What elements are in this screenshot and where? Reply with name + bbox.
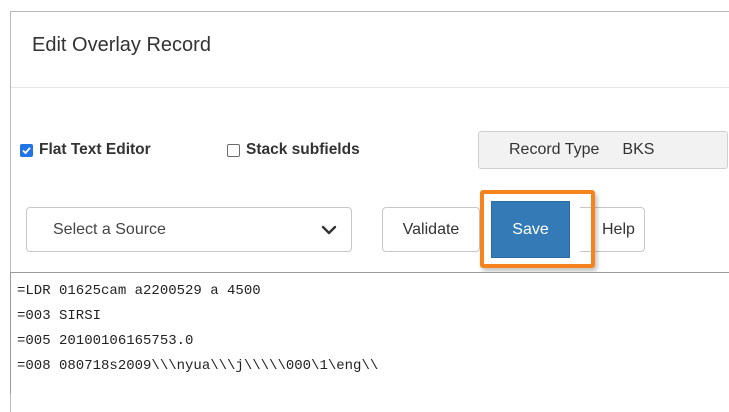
stack-subfields-checkbox[interactable]: Stack subfields [227,141,360,159]
flat-text-editor-checkbox[interactable]: Flat Text Editor [20,141,151,159]
stack-subfields-label: Stack subfields [246,141,360,158]
editor-line: =008 080718s2009\\\nyua\\\j\\\\\000\1\en… [17,358,379,374]
source-select[interactable]: Select a Source [26,207,352,252]
dialog-title: Edit Overlay Record [32,34,211,56]
flat-text-editor-label: Flat Text Editor [39,141,151,158]
marc-text-editor[interactable]: =LDR 01625cam a2200529 a 4500 =003 SIRSI… [10,272,729,393]
help-button[interactable]: Help [580,207,645,252]
record-type-label: Record Type [509,141,600,158]
dialog-header: Edit Overlay Record [11,12,729,88]
save-button[interactable]: Save [491,201,570,258]
editor-line: =LDR 01625cam a2200529 a 4500 [17,283,261,299]
validate-button[interactable]: Validate [382,207,480,252]
record-type-display: Record Type BKS [478,131,728,169]
chevron-down-icon [321,225,337,234]
checkbox-unchecked-icon[interactable] [227,143,240,157]
record-type-value: BKS [622,141,655,158]
source-select-value: Select a Source [53,220,166,238]
checkbox-checked-icon[interactable] [20,143,33,157]
editor-line: =003 SIRSI [17,308,102,324]
editor-line: =005 20100106165753.0 [17,333,194,349]
